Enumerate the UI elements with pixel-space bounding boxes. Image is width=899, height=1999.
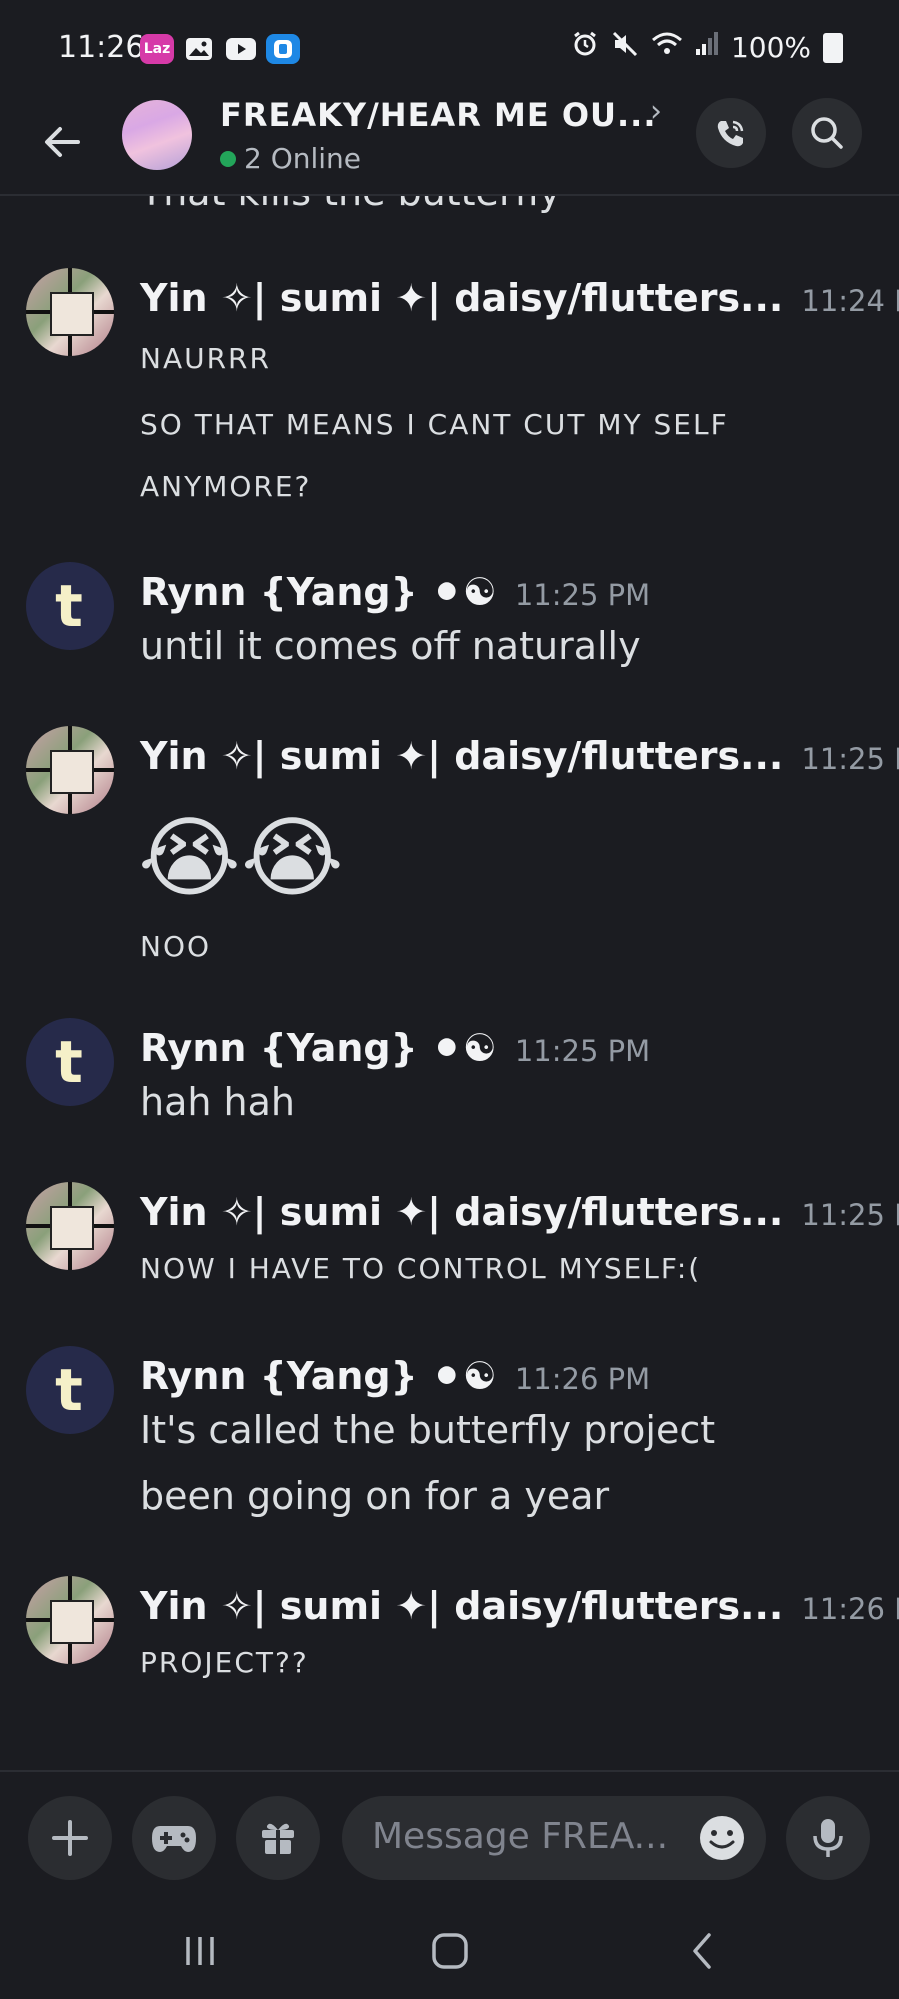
status-bar: 11:26 Laz 100%: [0, 0, 899, 100]
smiley-icon: [700, 1816, 744, 1860]
message-header: Yin ✧| sumi ✦| daisy/flutters... 11:24 P…: [140, 276, 899, 320]
voice-call-button[interactable]: [696, 98, 766, 168]
message-header: Rynn {Yang} ⚫☯ 11:26 PM: [140, 1354, 650, 1398]
message-text: NOO: [140, 930, 212, 963]
back-arrow-icon: [45, 127, 80, 157]
mute-icon: [611, 30, 639, 65]
message-header: Rynn {Yang} ⚫☯ 11:25 PM: [140, 570, 650, 614]
attach-button[interactable]: [28, 1796, 112, 1880]
timestamp: 11:25 PM: [514, 1034, 651, 1068]
phone-call-icon: [717, 120, 744, 147]
plus-icon: [52, 1820, 88, 1856]
message-list[interactable]: That kills the butterfly Yin ✧| sumi ✦| …: [0, 196, 899, 1770]
message-header: Yin ✧| sumi ✦| daisy/flutters... 11:25 P…: [140, 734, 899, 778]
battery-level: 100%: [730, 31, 811, 64]
chevron-right-icon[interactable]: ›: [650, 94, 662, 129]
app-badge-icon: [266, 34, 300, 64]
gallery-icon: [182, 34, 216, 64]
home-button[interactable]: [420, 1926, 480, 1976]
system-back-button[interactable]: [672, 1926, 732, 1976]
status-app-icons: Laz: [140, 34, 300, 64]
message-text-partial: That kills the butterfly: [140, 196, 561, 214]
search-button[interactable]: [792, 98, 862, 168]
home-icon: [432, 1933, 468, 1969]
alarm-icon: [571, 30, 599, 65]
timestamp: 11:24 PM: [801, 284, 899, 318]
gift-icon: [262, 1823, 294, 1854]
user-avatar[interactable]: [26, 726, 114, 814]
search-icon: [811, 117, 843, 149]
message-composer: Message FREA...: [0, 1770, 899, 1902]
username[interactable]: Yin ✧| sumi ✦| daisy/flutters...: [140, 734, 783, 778]
timestamp: 11:25 PM: [514, 578, 651, 612]
username[interactable]: Yin ✧| sumi ✦| daisy/flutters...: [140, 276, 783, 320]
username[interactable]: Yin ✧| sumi ✦| daisy/flutters...: [140, 1190, 783, 1234]
user-avatar[interactable]: t: [26, 1346, 114, 1434]
timestamp: 11:26 PM: [801, 1592, 899, 1626]
message-text: been going on for a year: [140, 1474, 610, 1518]
status-time: 11:26: [58, 30, 145, 65]
youtube-icon: [224, 34, 258, 64]
emoji-picker-button[interactable]: [698, 1814, 746, 1862]
microphone-icon: [813, 1819, 843, 1857]
username[interactable]: Rynn {Yang} ⚫☯: [140, 570, 497, 614]
message-text: until it comes off naturally: [140, 624, 641, 668]
back-button[interactable]: [38, 118, 86, 166]
activities-button[interactable]: [132, 1796, 216, 1880]
message-text: hah hah: [140, 1080, 295, 1124]
channel-title[interactable]: FREAKY/HEAR ME OU...: [220, 96, 656, 134]
system-nav-bar: [0, 1900, 899, 1999]
message-text: ANYMORE?: [140, 470, 312, 503]
user-avatar[interactable]: [26, 268, 114, 356]
username[interactable]: Rynn {Yang} ⚫☯: [140, 1026, 497, 1070]
lazada-icon: Laz: [140, 34, 174, 64]
channel-avatar[interactable]: [122, 100, 192, 170]
message-input[interactable]: Message FREA...: [342, 1796, 766, 1880]
battery-icon: [823, 32, 843, 63]
message-text: NOW I HAVE TO CONTROL MYSELF:(: [140, 1252, 702, 1285]
message-text: PROJECT??: [140, 1646, 309, 1679]
timestamp: 11:25 PM: [801, 1198, 899, 1232]
channel-header: FREAKY/HEAR ME OU... › 2 Online: [0, 94, 899, 196]
user-avatar[interactable]: [26, 1182, 114, 1270]
signal-icon: [695, 31, 719, 64]
gift-button[interactable]: [236, 1796, 320, 1880]
status-indicators: 100%: [571, 30, 843, 65]
message-text: NAURRR: [140, 342, 271, 375]
recent-apps-button[interactable]: [170, 1926, 230, 1976]
chevron-left-icon: [693, 1933, 711, 1969]
message-text: SO THAT MEANS I CANT CUT MY SELF: [140, 408, 729, 441]
message-header: Rynn {Yang} ⚫☯ 11:25 PM: [140, 1026, 650, 1070]
gamepad-icon: [152, 1826, 196, 1852]
user-avatar[interactable]: [26, 1576, 114, 1664]
message-text: It's called the butterfly project: [140, 1408, 716, 1452]
loudly-crying-emoji: 😭😭: [138, 806, 344, 909]
message-header: Yin ✧| sumi ✦| daisy/flutters... 11:25 P…: [140, 1190, 899, 1234]
user-avatar[interactable]: t: [26, 562, 114, 650]
timestamp: 11:26 PM: [514, 1362, 651, 1396]
timestamp: 11:25 PM: [801, 742, 899, 776]
username[interactable]: Rynn {Yang} ⚫☯: [140, 1354, 497, 1398]
username[interactable]: Yin ✧| sumi ✦| daisy/flutters...: [140, 1584, 783, 1628]
message-input-placeholder: Message FREA...: [372, 1816, 669, 1857]
online-status: 2 Online: [220, 142, 361, 175]
recent-apps-icon: [186, 1937, 214, 1965]
voice-message-button[interactable]: [786, 1796, 870, 1880]
message-header: Yin ✧| sumi ✦| daisy/flutters... 11:26 P…: [140, 1584, 899, 1628]
user-avatar[interactable]: t: [26, 1018, 114, 1106]
online-dot-icon: [220, 150, 236, 167]
online-count: 2 Online: [244, 142, 362, 175]
wifi-icon: [651, 31, 683, 64]
